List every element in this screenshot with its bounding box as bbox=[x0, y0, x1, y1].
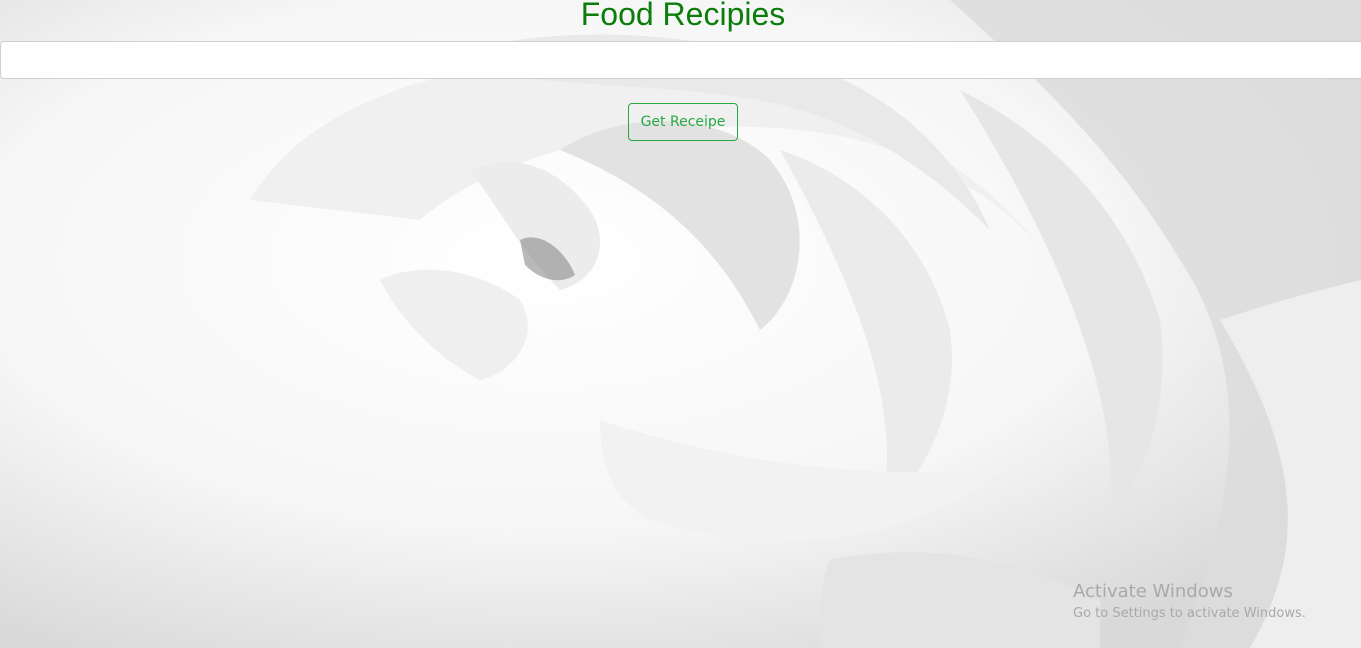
recipe-search-input[interactable] bbox=[0, 41, 1361, 79]
page-title: Food Recipies bbox=[580, 0, 786, 32]
watermark-title: Activate Windows bbox=[1073, 581, 1233, 602]
watermark-subtitle: Go to Settings to activate Windows. bbox=[1073, 606, 1306, 621]
page-content: Food Recipies Get Receipe Activate Windo… bbox=[0, 0, 1361, 648]
get-recipe-button[interactable]: Get Receipe bbox=[628, 103, 738, 141]
windows-activation-watermark: Activate Windows Go to Settings to activ… bbox=[1073, 580, 1306, 624]
